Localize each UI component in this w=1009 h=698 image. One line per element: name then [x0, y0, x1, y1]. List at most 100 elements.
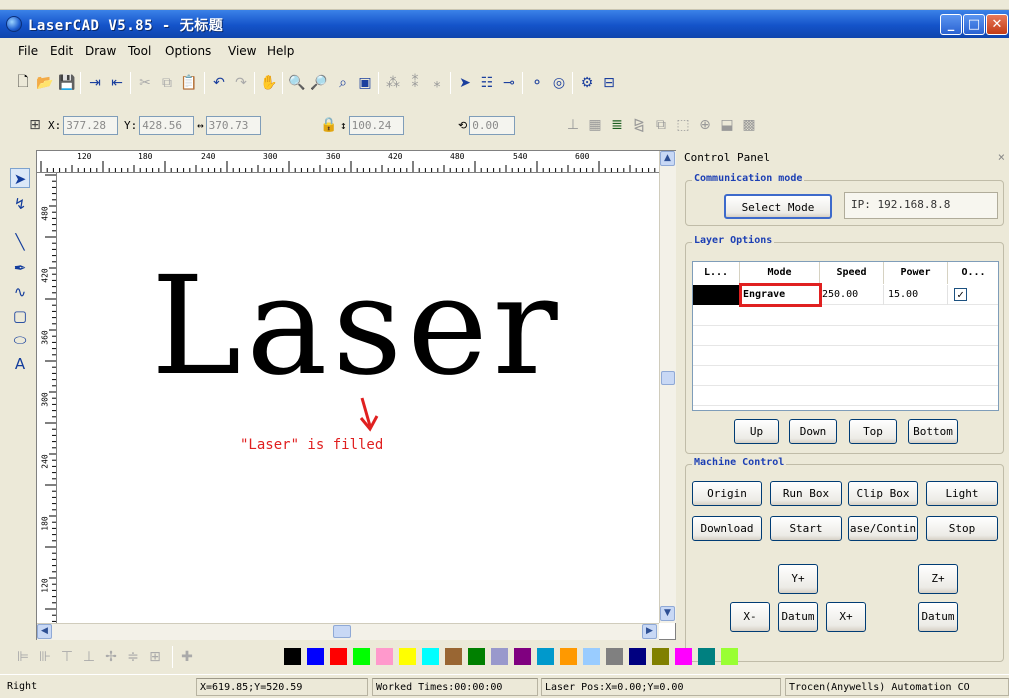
cut-icon[interactable]: ✂ — [136, 74, 154, 92]
size-same-icon[interactable]: ⬚ — [674, 116, 692, 134]
paste-icon[interactable]: 📋 — [180, 74, 198, 92]
measure-icon[interactable]: ⊸ — [500, 74, 518, 92]
speed-column-header[interactable]: Speed — [820, 262, 884, 284]
scroll-right-icon[interactable]: ▶ — [642, 624, 657, 639]
layer-top-button[interactable]: Top — [849, 419, 897, 444]
smooth-icon[interactable]: ⁑ — [406, 74, 424, 92]
color-swatch[interactable] — [468, 648, 485, 665]
layer-icon[interactable]: ≣ — [608, 116, 626, 134]
download-button[interactable]: Download — [692, 516, 762, 541]
layer-up-button[interactable]: Up — [734, 419, 779, 444]
color-swatch[interactable] — [445, 648, 462, 665]
laser-point-icon[interactable]: ◎ — [550, 74, 568, 92]
scroll-down-icon[interactable]: ▼ — [660, 606, 675, 621]
scroll-left-icon[interactable]: ◀ — [37, 624, 52, 639]
io-icon[interactable]: ⚬ — [528, 74, 546, 92]
zoom-in-icon[interactable]: 🔍 — [288, 74, 306, 92]
power-column-header[interactable]: Power — [884, 262, 948, 284]
color-swatch[interactable] — [675, 648, 692, 665]
y-plus-button[interactable]: Y+ — [778, 564, 818, 594]
device-icon[interactable]: ⊟ — [600, 74, 618, 92]
copy-icon[interactable]: ⧉ — [158, 74, 176, 92]
output-cell[interactable]: ✓ — [948, 285, 998, 305]
color-swatch[interactable] — [606, 648, 623, 665]
new-file-icon[interactable]: 🗋 — [14, 74, 32, 92]
clip-box-button[interactable]: Clip Box — [848, 481, 918, 506]
pause-continue-button[interactable]: ase/Contin — [848, 516, 918, 541]
drawing-canvas[interactable]: Laser "Laser" is filled — [58, 174, 659, 623]
zoom-fit-icon[interactable]: ⌕ — [334, 74, 352, 92]
rectangle-tool-icon[interactable]: ▢ — [10, 306, 30, 326]
zoom-page-icon[interactable]: ▣ — [356, 74, 374, 92]
align-top-icon[interactable]: ⊤ — [58, 648, 76, 666]
zoom-out-icon[interactable]: 🔎 — [310, 74, 328, 92]
redo-icon[interactable]: ↷ — [232, 74, 250, 92]
horizontal-scrollbar[interactable]: ◀ ▶ — [37, 623, 659, 640]
angle-input[interactable] — [469, 116, 516, 135]
select-arrow-icon[interactable]: ➤ — [10, 168, 30, 188]
minimize-button[interactable]: _ — [940, 14, 962, 35]
width-input[interactable] — [205, 116, 261, 135]
color-swatch[interactable] — [698, 648, 715, 665]
center-icon[interactable]: ⊕ — [696, 116, 714, 134]
align-right-icon[interactable]: ⊪ — [36, 648, 54, 666]
menu-view[interactable]: View — [228, 44, 256, 58]
mode-column-header[interactable]: Mode — [740, 262, 820, 284]
grid-align-icon[interactable]: ⊞ — [146, 648, 164, 666]
line-tool-icon[interactable]: ╲ — [10, 232, 30, 252]
color-swatch[interactable] — [399, 648, 416, 665]
z-datum-button[interactable]: Datum — [918, 602, 958, 632]
select-mode-button[interactable]: Select Mode — [724, 194, 832, 219]
y-input[interactable] — [139, 116, 195, 135]
layer-column-header[interactable]: L... — [693, 262, 740, 284]
close-icon[interactable]: × — [998, 150, 1005, 164]
ellipse-tool-icon[interactable]: ⬭ — [10, 330, 30, 350]
origin-button[interactable]: Origin — [692, 481, 762, 506]
maximize-button[interactable]: □ — [963, 14, 985, 35]
menu-help[interactable]: Help — [267, 44, 294, 58]
node-edit-icon[interactable]: ⁂ — [384, 74, 402, 92]
menu-draw[interactable]: Draw — [85, 44, 116, 58]
group-icon[interactable]: ▦ — [586, 116, 604, 134]
menu-edit[interactable]: Edit — [50, 44, 73, 58]
title-bar[interactable]: LaserCAD V5.85 - 无标题 _ □ ✕ — [0, 10, 1009, 38]
color-swatch[interactable] — [330, 648, 347, 665]
undo-icon[interactable]: ↶ — [210, 74, 228, 92]
lock-ratio-icon[interactable]: 🔒 — [320, 116, 338, 134]
color-swatch[interactable] — [422, 648, 439, 665]
align-middle-icon[interactable]: ≑ — [124, 648, 142, 666]
speed-cell[interactable]: 250.00 — [820, 285, 884, 305]
save-icon[interactable]: 💾 — [58, 74, 76, 92]
align-center-icon[interactable]: ✢ — [102, 648, 120, 666]
node-edit-tool-icon[interactable]: ↯ — [10, 194, 30, 214]
height-input[interactable] — [348, 116, 404, 135]
order-icon[interactable]: ⬓ — [718, 116, 736, 134]
x-minus-button[interactable]: X- — [730, 602, 770, 632]
color-swatch[interactable] — [652, 648, 669, 665]
vertical-scrollbar[interactable]: ▲ ▼ — [659, 151, 676, 623]
settings-wheel-icon[interactable]: ⚙ — [578, 74, 596, 92]
color-swatch[interactable] — [629, 648, 646, 665]
align-left-icon[interactable]: ⊫ — [14, 648, 32, 666]
output-checkbox[interactable]: ✓ — [954, 288, 967, 301]
x-plus-button[interactable]: X+ — [826, 602, 866, 632]
export-icon[interactable]: ⇤ — [108, 74, 126, 92]
horizontal-scroll-thumb[interactable] — [333, 625, 351, 638]
datum-button[interactable]: Datum — [778, 602, 818, 632]
align-bottom-icon[interactable]: ⊥ — [80, 648, 98, 666]
select-tool-icon[interactable]: ➤ — [456, 74, 474, 92]
start-button[interactable]: Start — [770, 516, 842, 541]
menu-options[interactable]: Options — [165, 44, 211, 58]
hatch-icon[interactable]: ▩ — [740, 116, 758, 134]
light-button[interactable]: Light — [926, 481, 998, 506]
text-tool-icon[interactable]: A — [10, 354, 30, 374]
mirror-icon[interactable]: ⧎ — [630, 116, 648, 134]
import-icon[interactable]: ⇥ — [86, 74, 104, 92]
color-swatch[interactable] — [376, 648, 393, 665]
color-swatch[interactable] — [514, 648, 531, 665]
color-swatch[interactable] — [560, 648, 577, 665]
center-cross-icon[interactable]: ✚ — [178, 648, 196, 666]
distribute-icon[interactable]: ⧉ — [652, 116, 670, 134]
color-swatch[interactable] — [537, 648, 554, 665]
pen-tool-icon[interactable]: ✒ — [10, 258, 30, 278]
